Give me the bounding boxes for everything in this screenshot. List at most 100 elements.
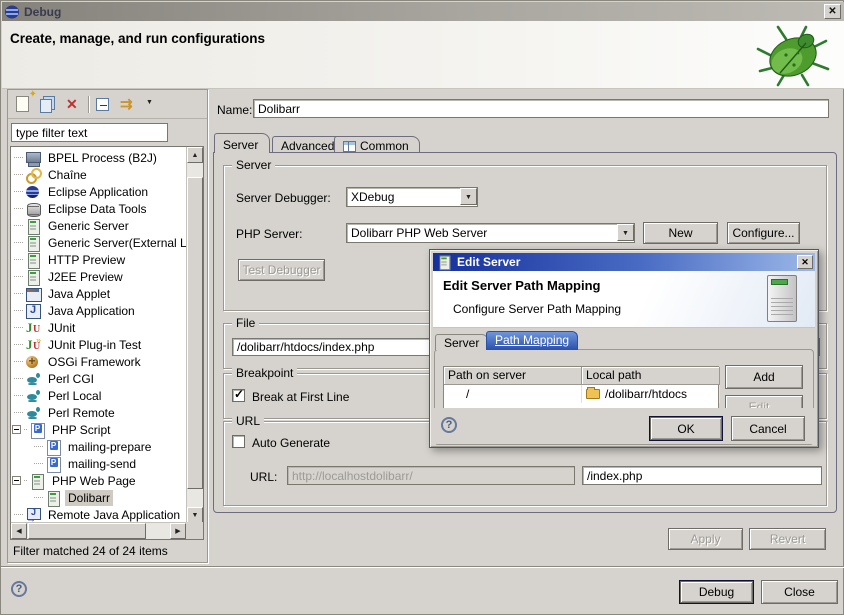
apply-button[interactable]: Apply bbox=[668, 528, 743, 550]
help-icon[interactable]: ? bbox=[11, 581, 27, 597]
collapse-all-icon[interactable] bbox=[96, 96, 113, 113]
php-file-icon bbox=[29, 422, 45, 438]
configurations-toolbar bbox=[8, 90, 207, 119]
filter-input[interactable] bbox=[11, 123, 168, 142]
new-server-button[interactable]: New bbox=[643, 222, 718, 244]
php-file-icon bbox=[45, 439, 61, 455]
toolbar-separator bbox=[88, 96, 89, 113]
break-first-line-checkbox[interactable] bbox=[232, 389, 245, 402]
tree-item-generic-server-external-la[interactable]: Generic Server(External La bbox=[11, 234, 187, 251]
tree-item-java-applet[interactable]: Java Applet bbox=[11, 285, 187, 302]
tree-item-label: JUnit bbox=[45, 320, 78, 336]
tree-item-cha-ne[interactable]: Chaîne bbox=[11, 166, 187, 183]
bug-icon bbox=[746, 23, 838, 87]
scroll-up-icon[interactable]: ▲ bbox=[187, 147, 203, 163]
local-path-cell: /dolibarr/htdocs bbox=[582, 385, 720, 403]
tree-item-label: OSGi Framework bbox=[45, 354, 144, 370]
tree-item-mailing-prepare[interactable]: mailing-prepare bbox=[11, 438, 187, 455]
dialog-help-icon[interactable]: ? bbox=[441, 417, 457, 433]
dialog-header: Edit Server Path Mapping Configure Serve… bbox=[433, 271, 815, 328]
ok-button[interactable]: OK bbox=[649, 416, 723, 441]
tab-server[interactable]: Server bbox=[214, 133, 270, 153]
php-server-combo[interactable]: Dolibarr PHP Web Server bbox=[346, 223, 635, 243]
table-row[interactable]: / /dolibarr/htdocs bbox=[444, 385, 718, 403]
auto-generate-checkbox[interactable] bbox=[232, 435, 245, 448]
test-debugger-button[interactable]: Test Debugger bbox=[238, 259, 325, 281]
name-input[interactable] bbox=[253, 99, 829, 118]
tree-item-label: Perl Local bbox=[45, 388, 104, 404]
tree-item-php-script[interactable]: PHP Script bbox=[11, 421, 187, 438]
tree-horizontal-scrollbar[interactable]: ◀ ▶ bbox=[11, 522, 186, 539]
server-debugger-combo[interactable]: XDebug bbox=[346, 187, 478, 207]
tree-item-http-preview[interactable]: HTTP Preview bbox=[11, 251, 187, 268]
osgi-framework-icon bbox=[25, 354, 41, 370]
tree-connector bbox=[14, 378, 23, 379]
debug-button[interactable]: Debug bbox=[679, 580, 754, 604]
tree-item-dolibarr[interactable]: Dolibarr bbox=[11, 489, 187, 506]
url-base-input[interactable] bbox=[287, 466, 575, 485]
tree-connector bbox=[34, 446, 43, 447]
close-button[interactable]: Close bbox=[761, 580, 838, 604]
configure-server-button[interactable]: Configure... bbox=[727, 222, 800, 244]
tree-item-osgi-framework[interactable]: OSGi Framework bbox=[11, 353, 187, 370]
tree-item-perl-local[interactable]: Perl Local bbox=[11, 387, 187, 404]
column-header-local-path[interactable]: Local path bbox=[582, 367, 720, 385]
web-server-icon bbox=[45, 490, 61, 506]
menu-caret-icon[interactable] bbox=[144, 96, 153, 113]
dialog-tab-path-mapping[interactable]: Path Mapping bbox=[486, 331, 578, 350]
cancel-button[interactable]: Cancel bbox=[731, 416, 805, 441]
tree-item-junit[interactable]: JUnit bbox=[11, 319, 187, 336]
edit-server-dialog: Edit Server ✕ Edit Server Path Mapping C… bbox=[429, 249, 819, 448]
tree-item-label: PHP Web Page bbox=[49, 473, 139, 489]
tree-connector bbox=[24, 480, 27, 481]
tree-item-generic-server[interactable]: Generic Server bbox=[11, 217, 187, 234]
filter-icon[interactable] bbox=[120, 96, 137, 113]
tree-item-php-web-page[interactable]: PHP Web Page bbox=[11, 472, 187, 489]
tree-item-perl-remote[interactable]: Perl Remote bbox=[11, 404, 187, 421]
scroll-left-icon[interactable]: ◀ bbox=[11, 523, 27, 539]
add-mapping-button[interactable]: Add bbox=[725, 365, 803, 389]
tree-connector bbox=[34, 463, 43, 464]
tree-connector bbox=[14, 293, 23, 294]
vertical-scroll-thumb[interactable] bbox=[187, 177, 203, 489]
php-server-label: PHP Server: bbox=[236, 227, 302, 241]
tree-item-eclipse-data-tools[interactable]: Eclipse Data Tools bbox=[11, 200, 187, 217]
column-header-path-on-server[interactable]: Path on server bbox=[444, 367, 582, 385]
tab-common[interactable]: Common bbox=[334, 136, 420, 153]
chevron-down-icon[interactable] bbox=[460, 188, 477, 205]
new-config-icon[interactable] bbox=[16, 96, 33, 113]
tree-item-mailing-send[interactable]: mailing-send bbox=[11, 455, 187, 472]
server-group-legend: Server bbox=[232, 158, 275, 172]
url-file-input[interactable] bbox=[582, 466, 822, 485]
window-title: Debug bbox=[24, 5, 61, 19]
tree-item-eclipse-application[interactable]: Eclipse Application bbox=[11, 183, 187, 200]
collapse-expander-icon[interactable] bbox=[12, 425, 21, 434]
tree-item-bpel-process-b2j[interactable]: BPEL Process (B2J) bbox=[11, 149, 187, 166]
revert-button[interactable]: Revert bbox=[749, 528, 826, 550]
scroll-down-icon[interactable]: ▼ bbox=[187, 507, 203, 523]
horizontal-scroll-thumb[interactable] bbox=[28, 523, 146, 539]
computer-icon bbox=[25, 150, 41, 166]
tree-item-junit-plug-in-test[interactable]: »JUnit Plug-in Test bbox=[11, 336, 187, 353]
chevron-down-icon[interactable] bbox=[617, 224, 634, 241]
window-close-button[interactable]: ✕ bbox=[824, 4, 841, 19]
tree-connector bbox=[14, 259, 23, 260]
collapse-expander-icon[interactable] bbox=[12, 476, 21, 485]
duplicate-config-icon[interactable] bbox=[40, 96, 57, 113]
tree-item-label: Chaîne bbox=[45, 167, 90, 183]
dialog-close-button[interactable]: ✕ bbox=[797, 255, 813, 269]
perl-camel-icon bbox=[25, 405, 41, 421]
scroll-right-icon[interactable]: ▶ bbox=[170, 523, 186, 539]
edit-server-titlebar[interactable]: Edit Server ✕ bbox=[433, 253, 815, 271]
tree-item-j2ee-preview[interactable]: J2EE Preview bbox=[11, 268, 187, 285]
tree-item-remote-java-application[interactable]: →Remote Java Application bbox=[11, 506, 187, 523]
tree-vertical-scrollbar[interactable]: ▲ ▼ bbox=[186, 147, 203, 523]
delete-config-icon[interactable] bbox=[64, 96, 81, 113]
remote-java-icon: → bbox=[25, 507, 41, 523]
dialog-heading: Edit Server Path Mapping bbox=[443, 278, 600, 293]
tree-item-perl-cgi[interactable]: Perl CGI bbox=[11, 370, 187, 387]
dialog-tab-server[interactable]: Server bbox=[435, 334, 488, 350]
eclipse-logo-icon bbox=[5, 5, 20, 19]
tree-item-java-application[interactable]: Java Application bbox=[11, 302, 187, 319]
window-titlebar[interactable]: Debug ✕ bbox=[2, 2, 844, 21]
